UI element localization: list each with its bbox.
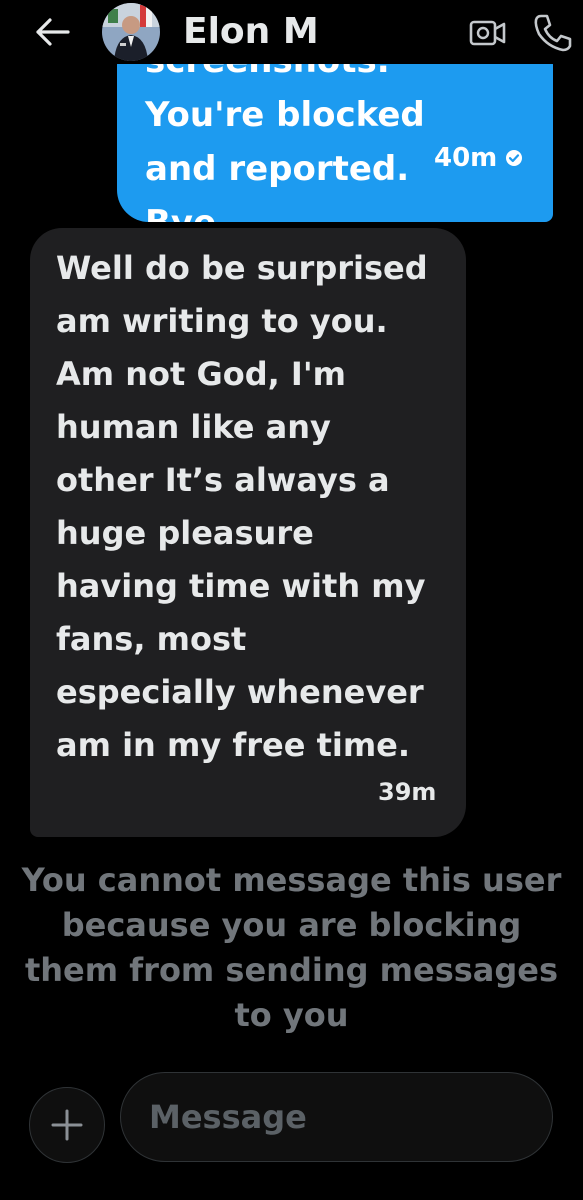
message-time: 39m: [378, 778, 437, 806]
video-call-button[interactable]: [466, 12, 510, 52]
phone-icon: [534, 14, 572, 52]
message-input[interactable]: [149, 1073, 529, 1161]
incoming-message-text: Well do be surprised am writing to you. …: [56, 249, 428, 764]
outgoing-message-text: screenshots. You're blocked and reported…: [145, 64, 425, 222]
back-button[interactable]: [30, 12, 74, 52]
arrow-left-icon: [36, 18, 70, 46]
add-attachment-button[interactable]: [29, 1087, 105, 1163]
plus-icon: [51, 1109, 83, 1141]
message-list[interactable]: screenshots. You're blocked and reported…: [0, 64, 583, 1064]
incoming-message-bubble[interactable]: Well do be surprised am writing to you. …: [30, 228, 466, 837]
contact-name[interactable]: Elon M: [183, 9, 319, 55]
message-meta: 40m: [434, 140, 523, 176]
outgoing-message-bubble[interactable]: screenshots. You're blocked and reported…: [117, 64, 553, 222]
message-time: 40m: [434, 143, 498, 173]
avatar[interactable]: [102, 3, 160, 61]
chat-header: Elon M: [0, 0, 583, 64]
video-camera-icon: [469, 20, 506, 46]
checkmark-circle-icon: [506, 150, 523, 166]
message-composer[interactable]: [120, 1072, 553, 1162]
voice-call-button[interactable]: [530, 8, 574, 54]
blocked-notice: You cannot message this user because you…: [21, 861, 562, 1034]
